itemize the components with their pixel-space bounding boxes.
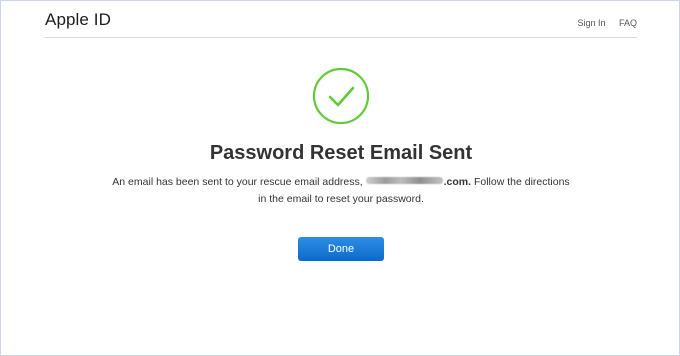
sign-in-link[interactable]: Sign In: [577, 18, 605, 28]
faq-link[interactable]: FAQ: [619, 18, 637, 28]
confirmation-message: An email has been sent to your rescue em…: [111, 174, 571, 208]
checkmark-circle-icon: [312, 67, 370, 125]
redacted-email-username: [365, 177, 443, 184]
rescue-email: .com.: [365, 176, 472, 188]
header: Apple ID Sign In FAQ: [45, 1, 637, 38]
header-nav: Sign In FAQ: [566, 18, 637, 28]
message-text-before: An email has been sent to your rescue em…: [112, 176, 366, 188]
email-domain: .com.: [443, 176, 472, 188]
page-title: Password Reset Email Sent: [209, 142, 473, 164]
page-frame: Apple ID Sign In FAQ Password Reset Emai…: [0, 0, 680, 356]
done-button[interactable]: Done: [298, 237, 384, 261]
apple-id-title: Apple ID: [45, 10, 112, 29]
